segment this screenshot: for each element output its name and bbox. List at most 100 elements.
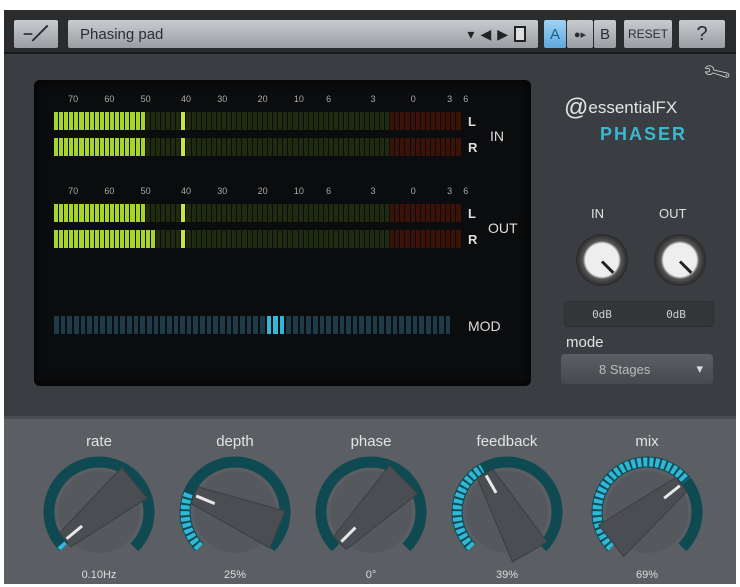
phase-knob[interactable]	[314, 455, 428, 569]
preset-a-button[interactable]: A	[544, 20, 566, 48]
out-left-label: L	[468, 206, 476, 221]
meter-segment	[395, 204, 400, 222]
mod-segment	[399, 316, 404, 334]
knob-value: 0.10Hz	[81, 569, 117, 581]
meter-segment	[94, 112, 99, 130]
meter-segment	[374, 112, 379, 130]
meter-segment	[171, 204, 176, 222]
mode-dropdown[interactable]: 8 Stages ▾	[561, 354, 713, 384]
meter-segment	[329, 204, 334, 222]
meter-segment	[196, 230, 201, 248]
wrench-icon[interactable]: 🔧︎	[699, 55, 733, 89]
meter-segment	[99, 230, 104, 248]
meter-segment	[420, 204, 425, 222]
mod-segment	[312, 316, 318, 334]
scale-tick-label: 6	[326, 186, 332, 196]
meter-segment	[120, 138, 125, 156]
knob-label: feedback	[476, 433, 538, 450]
meter-segment	[130, 204, 135, 222]
meter-segment	[313, 112, 318, 130]
meter-segment	[430, 112, 436, 130]
meter-segment	[222, 138, 227, 156]
meter-segment	[155, 204, 160, 222]
meter-segment	[59, 112, 64, 130]
meter-segment	[135, 112, 140, 130]
meter-segment	[252, 204, 257, 222]
prev-preset-icon[interactable]: ◀	[480, 26, 491, 43]
meter-segment	[446, 112, 451, 130]
mod-segment	[439, 316, 444, 334]
meter-segment	[267, 112, 273, 130]
mod-segment	[259, 316, 265, 334]
meter-segment	[380, 230, 385, 248]
scale-tick-label: 60	[104, 94, 115, 104]
meter-segment	[380, 138, 385, 156]
in-right-label: R	[468, 140, 478, 155]
meter-segment	[323, 230, 329, 248]
mod-segment	[113, 316, 119, 334]
meter-segment	[415, 112, 420, 130]
chevron-down-icon[interactable]: ▾	[467, 26, 474, 43]
mod-segment	[379, 316, 385, 334]
mod-segment	[332, 316, 338, 334]
knob-rate: rate 0.10Hz	[34, 419, 164, 587]
reset-button[interactable]: RESET	[624, 20, 672, 48]
meter-segment	[150, 138, 155, 156]
meter-segment	[191, 204, 196, 222]
feedback-knob[interactable]	[450, 455, 564, 569]
mod-segment	[386, 316, 391, 334]
meter-segment	[273, 230, 278, 248]
meter-segment	[308, 204, 313, 222]
scale-tick-label: 10	[293, 186, 304, 196]
mod-segment	[279, 316, 285, 334]
meter-segment	[369, 230, 374, 248]
mod-segment	[239, 316, 245, 334]
bypass-button[interactable]: ⎯╱	[14, 20, 58, 48]
rate-knob[interactable]	[42, 455, 156, 569]
mod-segment	[93, 316, 99, 334]
preset-selector[interactable]: Phasing pad ▾ ◀ ▶	[68, 20, 538, 48]
scale-tick-label: 30	[217, 94, 228, 104]
meter-segment	[344, 230, 349, 248]
meter-segment	[415, 230, 420, 248]
meter-segment	[232, 138, 237, 156]
mod-segment	[273, 316, 278, 334]
meter-segment	[155, 230, 160, 248]
next-preset-icon[interactable]: ▶	[497, 26, 508, 43]
meter-segment	[410, 230, 415, 248]
out-gain-label: OUT	[659, 206, 687, 221]
meter-segment	[171, 138, 176, 156]
meter-segment	[171, 230, 176, 248]
meter-segment	[110, 204, 115, 222]
out-gain-knob[interactable]	[654, 234, 706, 286]
mix-knob[interactable]	[590, 455, 704, 569]
meter-segment	[430, 230, 436, 248]
meter-segment	[410, 138, 415, 156]
meter-segment	[54, 204, 59, 222]
meter-segment	[257, 138, 262, 156]
meter-segment	[115, 204, 120, 222]
meter-segment	[104, 112, 110, 130]
preset-b-button[interactable]: B	[594, 20, 616, 48]
copy-a-to-b-button[interactable]: ●▸	[567, 20, 593, 48]
in-meter-right	[54, 138, 461, 156]
meter-segment	[278, 112, 283, 130]
meter-segment	[160, 138, 166, 156]
in-gain-knob[interactable]	[576, 234, 628, 286]
meter-segment	[369, 112, 374, 130]
meter-segment	[135, 204, 140, 222]
meter-segment	[323, 112, 329, 130]
depth-knob[interactable]	[178, 455, 292, 569]
floppy-disk-icon[interactable]	[514, 25, 526, 42]
meter-segment	[59, 138, 64, 156]
meter-segment	[446, 138, 451, 156]
meter-segment	[349, 204, 354, 222]
meter-segment	[110, 112, 115, 130]
meter-segment	[150, 230, 155, 248]
meter-segment	[69, 204, 74, 222]
help-button[interactable]: ?	[679, 20, 725, 48]
meter-segment	[374, 204, 379, 222]
meter-segment	[293, 138, 298, 156]
meter-segment	[110, 230, 115, 248]
meter-segment	[125, 230, 130, 248]
